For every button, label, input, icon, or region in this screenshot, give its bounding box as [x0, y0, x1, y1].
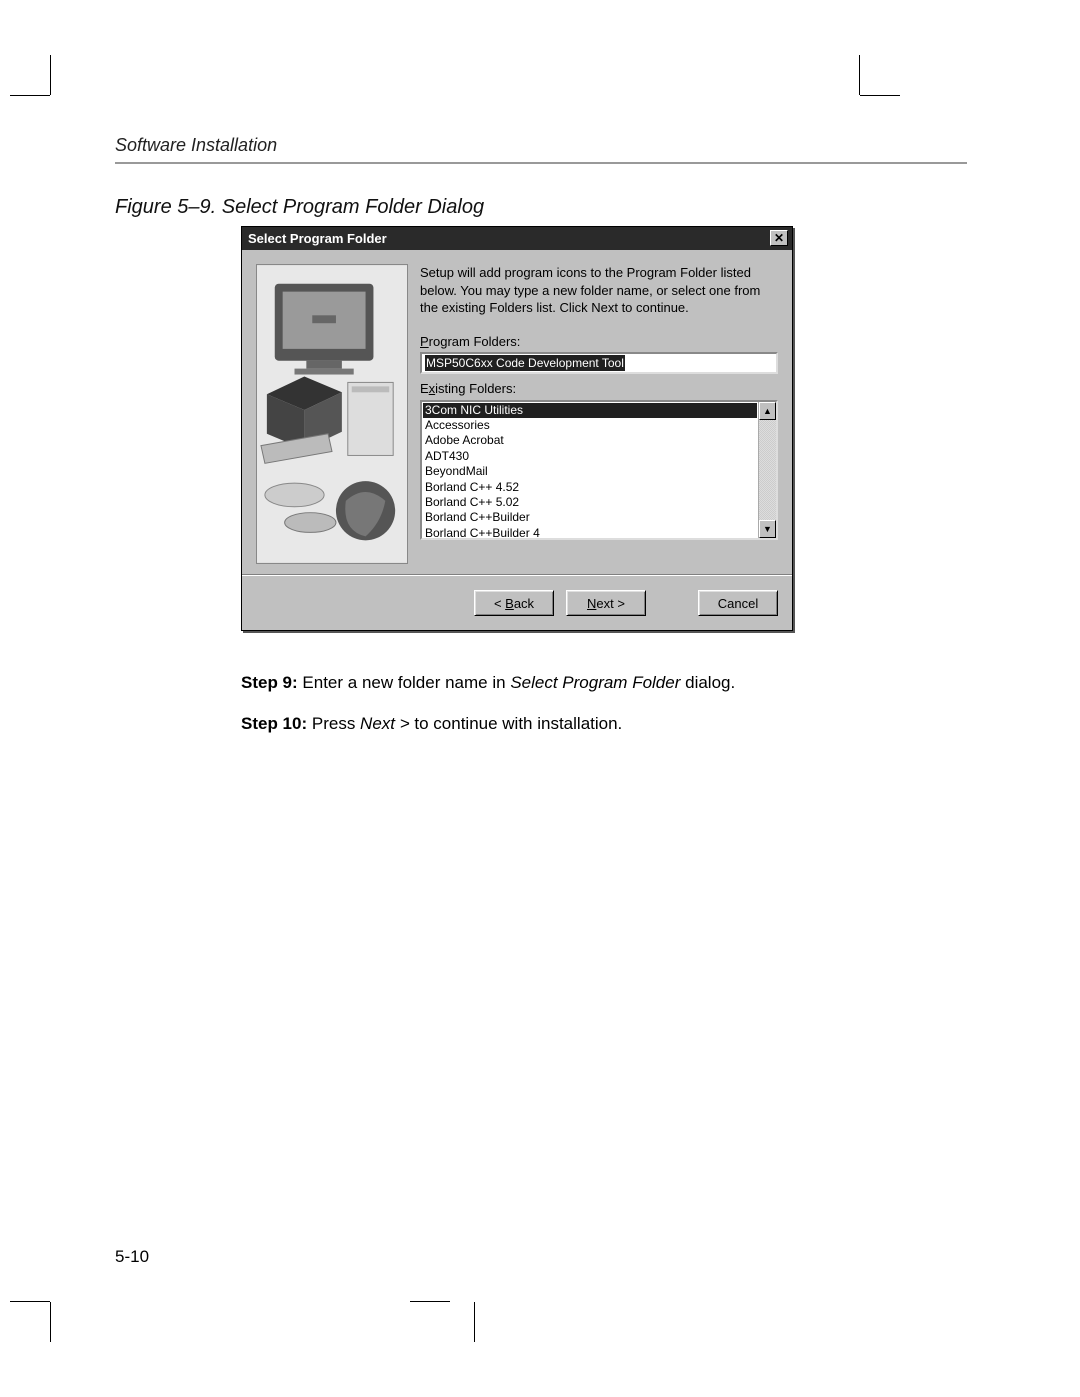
step-9: Step 9: Enter a new folder name in Selec… — [241, 668, 793, 699]
list-item[interactable]: Borland C++ 5.02 — [423, 495, 757, 510]
step-emphasis: Next > — [360, 714, 410, 733]
list-item[interactable]: Accessories — [423, 418, 757, 433]
step-text: Enter a new folder name in — [298, 673, 511, 692]
dialog-right-pane: Setup will add program icons to the Prog… — [420, 264, 778, 564]
scroll-up-button[interactable]: ▲ — [759, 402, 776, 420]
label-part: E — [420, 381, 429, 396]
button-gap — [658, 590, 686, 616]
program-folders-label: Program Folders: — [420, 333, 778, 351]
crop-mark — [10, 1301, 50, 1302]
crop-mark — [50, 1302, 51, 1342]
btn-underline: B — [505, 596, 514, 611]
step-text: Press — [307, 714, 360, 733]
crop-mark — [474, 1302, 475, 1342]
scroll-track[interactable] — [759, 420, 776, 520]
list-item[interactable]: 3Com NIC Utilities — [423, 403, 757, 418]
triangle-down-icon: ▼ — [763, 523, 772, 535]
btn-underline: N — [587, 596, 596, 611]
label-part: isting Folders: — [435, 381, 516, 396]
installer-graphic — [256, 264, 408, 564]
step-text: dialog. — [680, 673, 735, 692]
list-item[interactable]: BeyondMail — [423, 464, 757, 479]
triangle-up-icon: ▲ — [763, 405, 772, 417]
program-folders-input[interactable]: MSP50C6xx Code Development Tool — [420, 352, 778, 374]
next-button[interactable]: Next > — [566, 590, 646, 616]
list-item[interactable]: Borland C++Builder 4 — [423, 526, 757, 538]
list-item[interactable]: ADT430 — [423, 449, 757, 464]
dialog-titlebar: Select Program Folder ✕ — [242, 227, 792, 250]
crop-mark — [860, 95, 900, 96]
btn-text: ext > — [596, 596, 625, 611]
close-icon: ✕ — [774, 232, 784, 244]
step-label: Step 9: — [241, 673, 298, 692]
crop-mark — [50, 55, 51, 95]
existing-folders-list[interactable]: 3Com NIC Utilities Accessories Adobe Acr… — [422, 402, 758, 538]
close-button[interactable]: ✕ — [770, 230, 788, 246]
computer-setup-illustration-icon — [257, 265, 407, 563]
running-header: Software Installation — [115, 135, 277, 156]
list-item[interactable]: Adobe Acrobat — [423, 433, 757, 448]
step-10: Step 10: Press Next > to continue with i… — [241, 709, 793, 740]
step-instructions: Step 9: Enter a new folder name in Selec… — [241, 668, 793, 749]
dialog-instruction-text: Setup will add program icons to the Prog… — [420, 264, 778, 317]
page-number: 5-10 — [115, 1247, 149, 1267]
cancel-button[interactable]: Cancel — [698, 590, 778, 616]
back-button[interactable]: < Back — [474, 590, 554, 616]
scroll-down-button[interactable]: ▼ — [759, 520, 776, 538]
figure-caption: Figure 5–9. Select Program Folder Dialog — [115, 196, 484, 219]
program-folders-value: MSP50C6xx Code Development Tool — [425, 355, 625, 371]
select-program-folder-dialog: Select Program Folder ✕ — [241, 226, 793, 631]
list-item[interactable]: Borland C++Builder — [423, 510, 757, 525]
dialog-title: Select Program Folder — [248, 231, 387, 246]
existing-folders-listbox[interactable]: 3Com NIC Utilities Accessories Adobe Acr… — [420, 400, 778, 540]
crop-mark — [859, 55, 860, 95]
dialog-button-row: < Back Next > Cancel — [242, 575, 792, 630]
step-text: to continue with installation. — [410, 714, 623, 733]
step-emphasis: Select Program Folder — [510, 673, 680, 692]
step-label: Step 10: — [241, 714, 307, 733]
dialog-body: Setup will add program icons to the Prog… — [242, 250, 792, 575]
scrollbar[interactable]: ▲ ▼ — [758, 402, 776, 538]
btn-text: ack — [514, 596, 534, 611]
crop-mark — [10, 95, 50, 96]
crop-mark — [410, 1301, 450, 1302]
header-rule — [115, 162, 967, 164]
list-item[interactable]: Borland C++ 4.52 — [423, 480, 757, 495]
btn-text: < — [494, 596, 505, 611]
existing-folders-label: Existing Folders: — [420, 380, 778, 398]
